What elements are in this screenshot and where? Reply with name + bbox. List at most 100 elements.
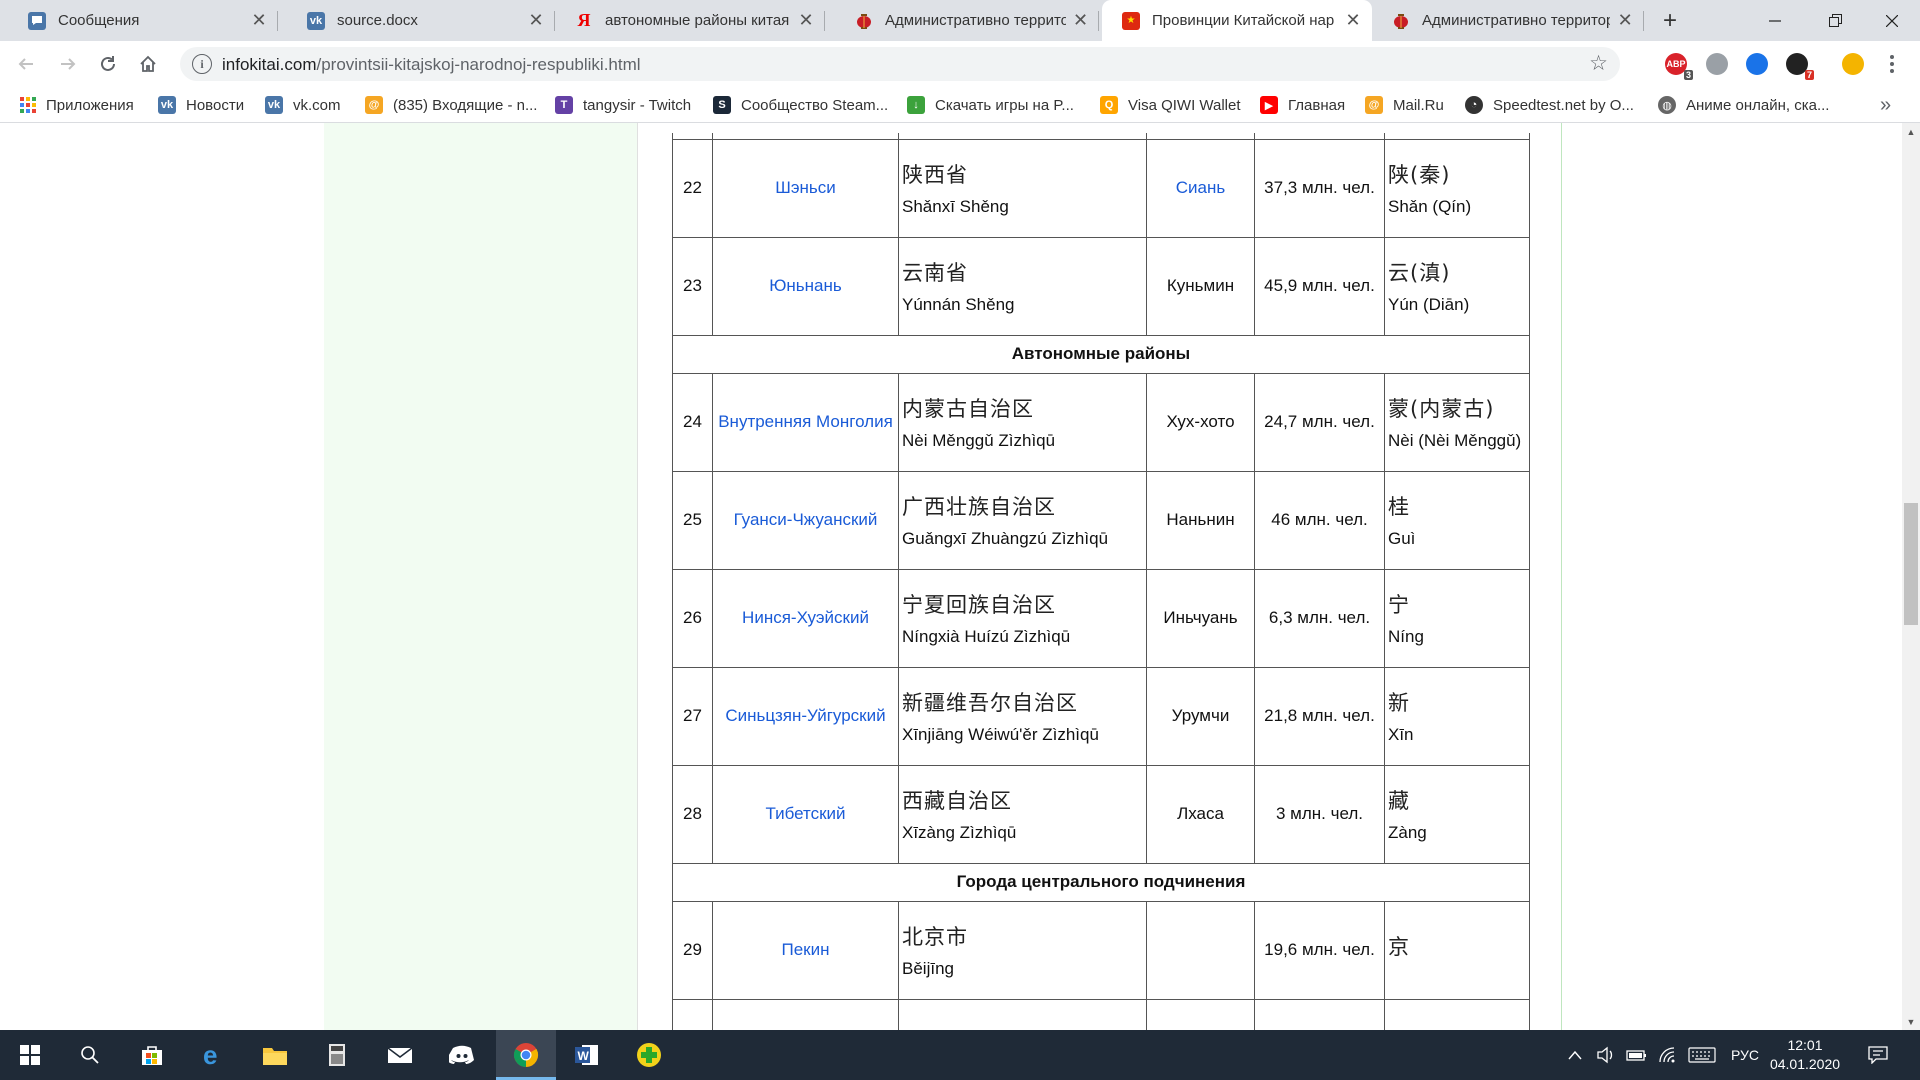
chinese-name: 宁夏回族自治区 (902, 593, 1056, 617)
population-cell: 21,8 млн. чел. (1254, 666, 1385, 766)
discord-icon[interactable] (432, 1030, 492, 1080)
system-clock[interactable]: 12:01 04.01.2020 (1760, 1036, 1850, 1074)
battery-icon[interactable] (1626, 1030, 1648, 1080)
action-center-icon[interactable] (1868, 1030, 1888, 1080)
population-cell: 46 млн. чел. (1254, 470, 1385, 570)
bookmark-item[interactable]: ◔ Speedtest.net by O... (1465, 87, 1634, 123)
back-button[interactable] (8, 41, 44, 87)
region-name-cell: Гуанси-Чжуанский (712, 470, 899, 570)
region-name-link[interactable]: Нинся-Хуэйский (742, 608, 869, 627)
region-name-link[interactable]: Гуанси-Чжуанский (734, 510, 878, 529)
message-icon (28, 11, 46, 30)
bookmark-item[interactable]: @ (835) Входящие - n... (365, 87, 537, 123)
abbreviation-pinyin: Nèi (Nèi Měnggǔ) (1388, 431, 1522, 450)
browser-tab[interactable]: Административно территор ✕ (835, 0, 1099, 41)
region-name-link[interactable]: Пекин (782, 940, 830, 959)
section-row-cities: Города центрального подчинения (672, 862, 1530, 902)
capital-link[interactable]: Сиань (1176, 178, 1225, 197)
region-name-link[interactable]: Шэньси (775, 178, 836, 197)
region-name-link[interactable]: Внутренняя Монголия (718, 412, 893, 431)
browser-tab[interactable]: Яавтономные районы китая ✕ (555, 0, 825, 41)
input-language-indicator[interactable]: РУС (1731, 1030, 1759, 1080)
browser-tab[interactable]: vk source.docx ✕ (287, 0, 555, 41)
bookmark-item[interactable]: S Сообщество Steam... (713, 87, 888, 123)
touch-keyboard-icon[interactable] (1688, 1030, 1716, 1080)
plus-app-icon[interactable] (619, 1030, 679, 1080)
population-cell: 45,9 млн. чел. (1254, 236, 1385, 336)
region-name-link[interactable]: Юньнань (769, 276, 842, 295)
bookmark-star-icon[interactable]: ☆ (1589, 51, 1608, 76)
page-scrollbar[interactable]: ▲ ▼ (1902, 123, 1920, 1030)
population-cell: 37,3 млн. чел. (1254, 138, 1385, 238)
abbreviation-cell: 新 Xīn (1384, 666, 1530, 766)
globe-extension-icon[interactable] (1706, 53, 1728, 75)
profile-avatar-icon[interactable] (1842, 53, 1864, 75)
chinese-name-cell: 广西壮族自治区 Guǎngxī Zhuàngzú Zìzhìqū (898, 470, 1147, 570)
close-tab-icon[interactable]: ✕ (1072, 10, 1089, 31)
abbreviation-chinese: 新 (1388, 691, 1410, 715)
volume-icon[interactable] (1596, 1030, 1616, 1080)
forward-button[interactable] (50, 41, 86, 87)
close-tab-icon[interactable]: ✕ (1616, 10, 1634, 31)
chrome-icon[interactable] (496, 1030, 556, 1080)
scroll-down-arrow-icon[interactable]: ▼ (1902, 1013, 1920, 1030)
restore-button[interactable] (1805, 0, 1865, 41)
mail-icon[interactable] (370, 1030, 430, 1080)
close-tab-icon[interactable]: ✕ (1344, 10, 1362, 31)
close-tab-icon[interactable]: ✕ (250, 10, 268, 31)
chinese-name: 陕西省 (902, 163, 968, 187)
network-wifi-icon[interactable] (1658, 1030, 1678, 1080)
capital-cell: Урумчи (1146, 666, 1255, 766)
row-number (672, 998, 713, 1030)
capital-name: Куньмин (1166, 276, 1235, 295)
show-hidden-icons[interactable] (1568, 1030, 1582, 1080)
bookmark-item[interactable]: ↓ Скачать игры на P... (907, 87, 1074, 123)
shield-extension-icon[interactable] (1746, 53, 1768, 75)
chinese-name-cell: 新疆维吾尔自治区 Xīnjiāng Wéiwú'ěr Zìzhìqū (898, 666, 1147, 766)
calculator-icon[interactable] (307, 1030, 367, 1080)
word-icon[interactable]: W (557, 1030, 617, 1080)
bookmark-item[interactable]: Q Visa QIWI Wallet (1100, 87, 1241, 123)
bookmark-item[interactable]: Приложения (20, 87, 134, 123)
url-text[interactable]: infokitai.com/provintsii-kitajskoj-narod… (222, 55, 641, 75)
home-button[interactable] (130, 41, 166, 87)
notifications-extension-icon[interactable]: 7 (1786, 53, 1814, 80)
bookmark-item[interactable]: @ Mail.Ru (1365, 87, 1444, 123)
reload-button[interactable] (90, 41, 126, 87)
minimize-button[interactable] (1745, 0, 1805, 41)
region-name-link[interactable]: Синьцзян-Уйгурский (725, 706, 885, 725)
bookmarks-overflow-icon[interactable]: » (1880, 87, 1891, 123)
close-window-button[interactable] (1862, 0, 1920, 41)
browser-tab[interactable]: Административно территор ✕ (1372, 0, 1644, 41)
scrollbar-thumb[interactable] (1904, 503, 1918, 625)
search-icon[interactable] (60, 1030, 120, 1080)
section-heading: Города центрального подчинения (672, 862, 1530, 902)
bookmark-item[interactable]: vk Новости (158, 87, 244, 123)
edge-icon[interactable]: e (183, 1030, 243, 1080)
file-explorer-icon[interactable] (245, 1030, 305, 1080)
abbreviation-cell: 藏 Zàng (1384, 764, 1530, 864)
store-icon[interactable] (122, 1030, 182, 1080)
region-name-cell: Пекин (712, 900, 899, 1000)
bookmark-item[interactable]: Ttangysir - Twitch (555, 87, 691, 123)
browser-menu-icon[interactable] (1885, 53, 1899, 75)
browser-tab[interactable]: Сообщения ✕ (8, 0, 278, 41)
bookmark-item[interactable]: ▶ Главная (1260, 87, 1345, 123)
adblock-icon[interactable]: ABP 3 (1665, 53, 1693, 80)
browser-tab-active[interactable]: ★ Провинции Китайской нар ✕ (1102, 0, 1372, 41)
apps-grid-icon (20, 97, 36, 113)
bookmark-item[interactable]: vk vk.com (265, 87, 341, 123)
start-button[interactable] (0, 1030, 60, 1080)
address-bar[interactable]: i infokitai.com/provintsii-kitajskoj-nar… (180, 47, 1620, 81)
table-row: 23 Юньнань 云南省 Yúnnán Shěng Куньмин 45,9 млн.… (672, 236, 1530, 336)
chinese-name: 广西壮族自治区 (902, 495, 1056, 519)
capital-cell (1146, 998, 1255, 1030)
close-tab-icon[interactable]: ✕ (797, 10, 815, 31)
close-tab-icon[interactable]: ✕ (527, 10, 545, 31)
chinese-name: 新疆维吾尔自治区 (902, 691, 1078, 715)
scroll-up-arrow-icon[interactable]: ▲ (1902, 123, 1920, 140)
site-info-icon[interactable]: i (192, 54, 212, 74)
new-tab-button[interactable]: + (1655, 0, 1685, 41)
region-name-link[interactable]: Тибетский (765, 804, 845, 823)
bookmark-item[interactable]: ◍ Аниме онлайн, ска... (1658, 87, 1829, 123)
